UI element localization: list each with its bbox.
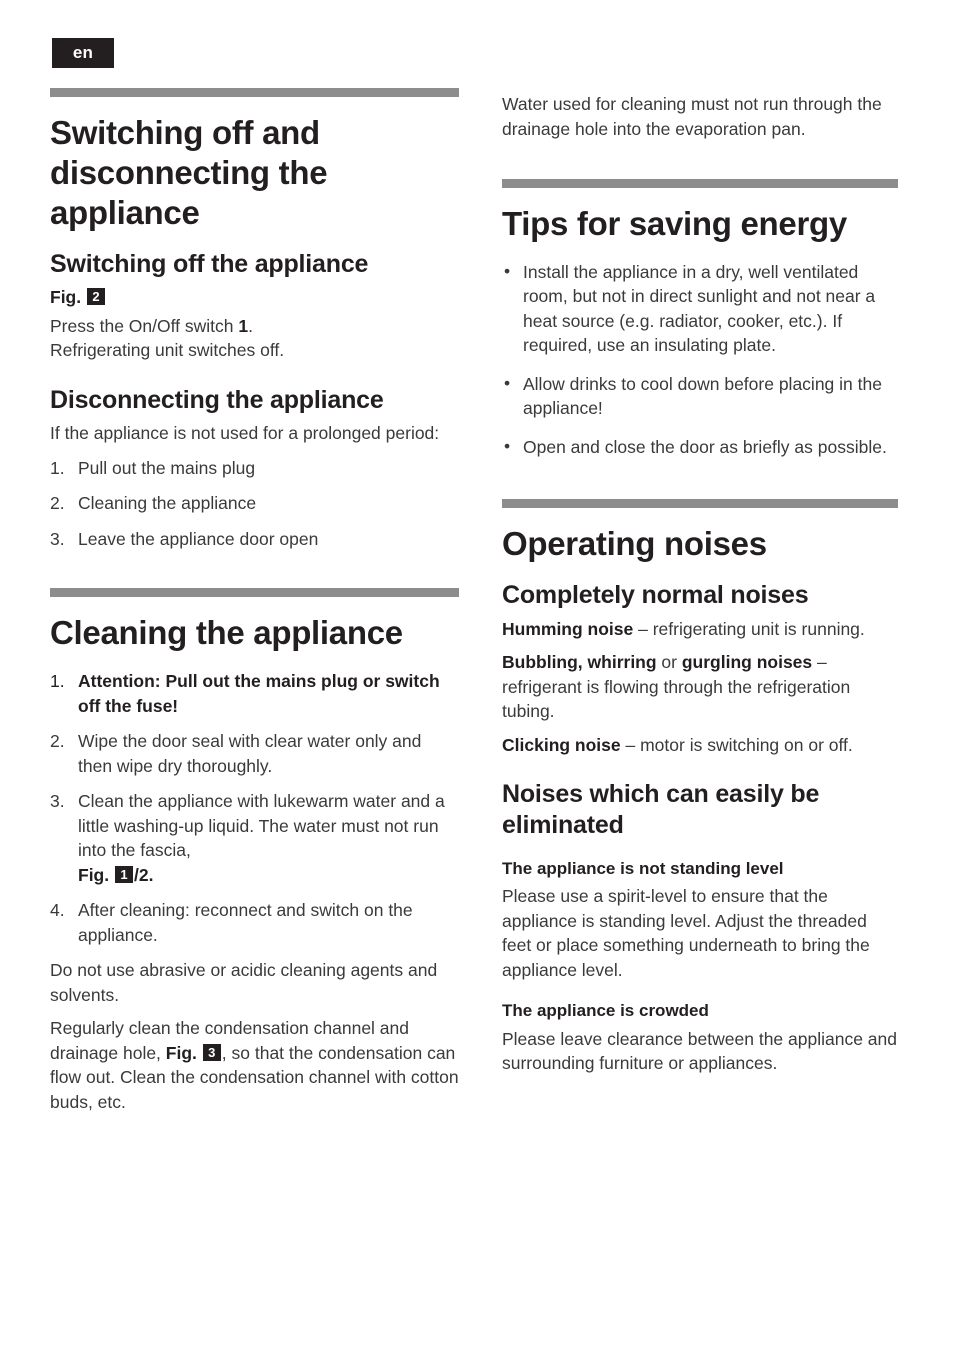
list-marker: 2. [50,493,65,514]
noise-description: – motor is switching on or off. [620,734,853,755]
list-marker: 1. [50,457,65,478]
list-text: Cleaning the appliance [78,493,257,514]
section-title-cleaning: Cleaning the appliance [50,614,403,652]
list-marker: 2. [50,731,65,752]
section-title-switching-off: Switching off and disconnecting the appl… [50,114,328,231]
bullet-icon: • [504,435,511,456]
paragraph-humming-noise: Humming noise – refrigerating unit is ru… [502,617,898,642]
list-item: 1. Pull out the mains plug [50,456,459,481]
list-marker: 4. [50,900,65,921]
noise-term: Clicking noise [502,734,621,755]
paragraph-water-used-for-cleaning: Water used for cleaning must not run thr… [502,94,882,139]
document-page: en Switching off and disconnecting the a… [0,0,954,1352]
press-switch-text: Press the On/Off switch [50,315,239,336]
section-title-operating-noises: Operating noises [502,525,767,563]
subheading-completely-normal-noises: Completely normal noises [502,581,809,610]
section-title-tips-for-saving-energy: Tips for saving energy [502,205,847,242]
left-column: Switching off and disconnecting the appl… [0,88,459,1114]
list-text: Pull out the mains plug [78,457,256,478]
paragraph-bubbling-noise: Bubbling, whirring or gurgling noises – … [502,650,898,724]
bullet-icon: • [504,260,511,281]
section-rule [50,88,459,97]
list-item: 2. Wipe the door seal with clear water on… [50,729,459,778]
list-text: Allow drinks to cool down before placing… [523,373,882,419]
fig-number-badge: 2 [86,288,105,306]
list-item: 3. Clean the appliance with lukewarm wate… [50,789,459,887]
fig-suffix: /2. [133,864,154,885]
paragraph-prolonged-period: If the appliance is not used for a prolo… [50,423,440,444]
paragraph-no-abrasive: Do not use abrasive or acidic cleaning a… [50,960,438,1005]
list-item: • Install the appliance in a dry, well ve… [502,260,898,358]
subheading-noises-easily-eliminated: Noises which can easily be eliminated [502,780,820,839]
subheading-switching-off-the-appliance: Switching off the appliance [50,249,369,278]
list-item: • Allow drinks to cool down before placin… [502,372,898,421]
paragraph-condensation-channel: Regularly clean the condensation channel… [50,1016,459,1114]
list-marker: 1. [50,671,65,692]
press-switch-period: . [248,315,253,336]
switch-number: 1 [238,315,249,336]
list-text: Attention: Pull out the mains plug or sw… [78,671,440,716]
right-column: Water used for cleaning must not run thr… [459,88,954,1114]
disconnect-steps-list: 1. Pull out the mains plug 2. Cleaning the… [50,456,459,552]
list-item: • Open and close the door as briefly as p… [502,435,898,460]
fig-label: Fig. [165,1042,197,1063]
section-rule [502,499,898,509]
paragraph-appliance-crowded: Please leave clearance between the appli… [502,1028,898,1074]
refrigerating-unit-text: Refrigerating unit switches off. [50,340,285,361]
list-text: After cleaning: reconnect and switch on … [78,900,413,945]
list-item: 4. After cleaning: reconnect and switch o… [50,898,459,947]
section-rule [50,588,459,598]
heading-appliance-not-level: The appliance is not standing level [502,859,784,879]
fig-number-badge: 3 [202,1043,221,1061]
list-text: Leave the appliance door open [78,528,319,549]
subheading-disconnecting-the-appliance: Disconnecting the appliance [50,385,384,414]
energy-tips-list: • Install the appliance in a dry, well ve… [502,260,898,460]
noise-term: Humming noise [502,618,634,639]
heading-appliance-crowded: The appliance is crowded [502,1001,709,1021]
list-text: Install the appliance in a dry, well ven… [523,261,876,356]
bullet-icon: • [504,372,511,393]
fig-label: Fig. [50,287,82,308]
section-rule [502,179,898,188]
list-text: Clean the appliance with lukewarm water … [78,791,445,861]
list-marker: 3. [50,528,65,549]
noise-term: Bubbling, whirring [502,652,657,673]
noise-conjunction: or [656,652,682,673]
list-item: 2. Cleaning the appliance [50,491,459,516]
paragraph-clicking-noise: Clicking noise – motor is switching on o… [502,733,898,758]
list-item: 3. Leave the appliance door open [50,527,459,552]
list-text: Wipe the door seal with clear water only… [78,731,422,776]
paragraph-press-onoff: Press the On/Off switch 1. Refrigerating … [50,314,459,363]
list-marker: 3. [50,791,65,812]
two-column-body: Switching off and disconnecting the appl… [0,88,954,1114]
fig-label: Fig. [78,864,110,885]
paragraph-appliance-not-level: Please use a spirit-level to ensure that… [502,886,870,980]
noise-term-alt: gurgling noises [681,652,813,673]
language-badge: en [52,38,114,68]
figure-reference-2: Fig. 2 [50,285,459,310]
list-item: 1. Attention: Pull out the mains plug or … [50,669,459,718]
fig-number-badge: 1 [114,865,133,883]
cleaning-steps-list: 1. Attention: Pull out the mains plug or … [50,669,459,947]
list-text: Open and close the door as briefly as po… [523,436,887,457]
noise-description: – refrigerating unit is running. [633,618,865,639]
